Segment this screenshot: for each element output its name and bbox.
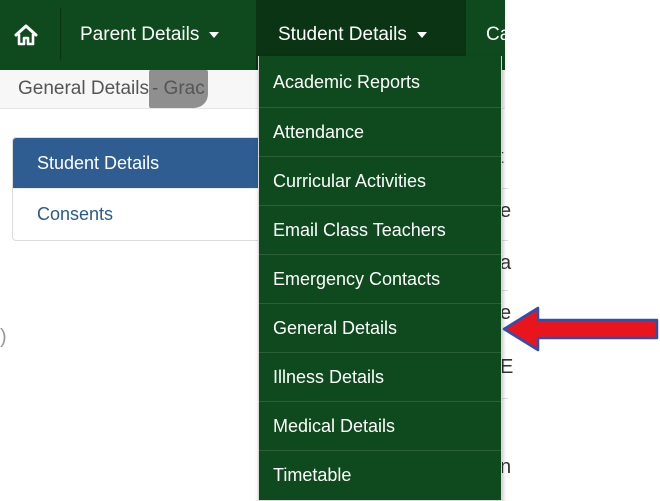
breadcrumb-current: General Details <box>18 78 149 99</box>
menu-item-emergency-contacts[interactable]: Emergency Contacts <box>259 254 501 303</box>
side-menu: Student Details Consents <box>12 137 264 241</box>
nav-parent-details[interactable]: Parent Details <box>60 0 256 70</box>
breadcrumb-smudged-text: - Grac <box>148 70 208 108</box>
menu-item-email-class-teachers[interactable]: Email Class Teachers <box>259 205 501 254</box>
breadcrumb-text: General Details - Grac <box>18 70 208 108</box>
nav-parent-details-label: Parent Details <box>80 24 200 45</box>
menu-item-illness-details[interactable]: Illness Details <box>259 352 501 401</box>
nav-student-details-label: Student Details <box>278 24 407 45</box>
menu-item-academic-reports[interactable]: Academic Reports <box>259 58 501 107</box>
student-details-dropdown: Academic Reports Attendance Curricular A… <box>258 56 502 501</box>
chevron-down-icon <box>416 32 427 38</box>
background-text-fragment: E <box>500 356 514 378</box>
menu-item-general-details[interactable]: General Details <box>259 303 501 352</box>
menu-item-attendance[interactable]: Attendance <box>259 107 501 156</box>
chevron-down-icon <box>209 32 220 38</box>
side-item-consents[interactable]: Consents <box>13 188 263 239</box>
menu-item-curricular-activities[interactable]: Curricular Activities <box>259 156 501 205</box>
nav-item-truncated-label: Ca <box>486 24 511 45</box>
side-item-student-details[interactable]: Student Details <box>13 138 263 188</box>
home-button[interactable] <box>0 0 52 70</box>
background-text-fragment: ) <box>0 326 7 348</box>
menu-item-timetable[interactable]: Timetable <box>259 450 501 499</box>
menu-item-medical-details[interactable]: Medical Details <box>259 401 501 450</box>
home-icon <box>14 24 38 46</box>
red-arrow-icon <box>502 306 659 352</box>
